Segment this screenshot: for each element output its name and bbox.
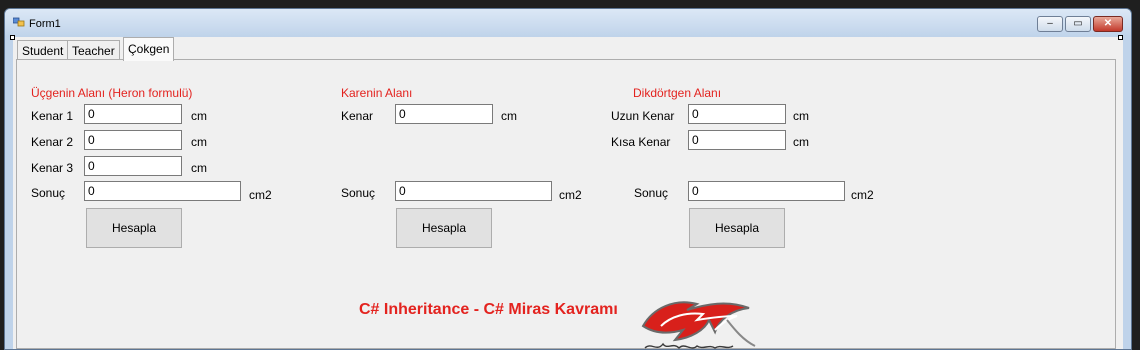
tab-cokgen[interactable]: Çokgen — [123, 37, 175, 61]
close-icon: ✕ — [1103, 18, 1113, 29]
triangle-side2-unit: cm — [191, 135, 207, 149]
rectangle-short-unit: cm — [793, 135, 809, 149]
inheritance-caption: C# Inheritance - C# Miras Kavramı — [359, 301, 618, 318]
rectangle-result-label: Sonuç — [634, 186, 669, 200]
square-side-input[interactable] — [395, 104, 493, 124]
square-side-unit: cm — [501, 109, 517, 123]
triangle-result-label: Sonuç — [31, 186, 66, 200]
app-window: Form1 ‒ ▭ ✕ Student Teacher Çokgen Üçgen… — [4, 8, 1132, 350]
tab-teacher-label: Teacher — [72, 44, 115, 58]
square-section-title: Karenin Alanı — [341, 86, 413, 100]
rectangle-result-unit: cm2 — [851, 188, 874, 202]
rectangle-result-input[interactable] — [688, 181, 845, 201]
author-logo-icon — [641, 301, 756, 349]
triangle-side3-label: Kenar 3 — [31, 161, 74, 175]
rectangle-long-unit: cm — [793, 109, 809, 123]
triangle-side2-label: Kenar 2 — [31, 135, 74, 149]
minimize-icon: ‒ — [1047, 18, 1053, 29]
triangle-side1-label: Kenar 1 — [31, 109, 74, 123]
triangle-section-title: Üçgenin Alanı (Heron formulü) — [31, 86, 193, 100]
tab-teacher[interactable]: Teacher — [67, 40, 120, 60]
triangle-side2-input[interactable] — [84, 130, 182, 150]
square-result-unit: cm2 — [559, 188, 582, 202]
tab-cokgen-label: Çokgen — [128, 42, 170, 56]
minimize-button[interactable]: ‒ — [1037, 16, 1063, 32]
tab-student-label: Student — [22, 44, 64, 58]
square-result-input[interactable] — [395, 181, 552, 201]
resize-handle-top-left[interactable] — [10, 35, 15, 40]
triangle-side1-unit: cm — [191, 109, 207, 123]
rectangle-long-input[interactable] — [688, 104, 786, 124]
triangle-side3-unit: cm — [191, 161, 207, 175]
rectangle-short-label: Kısa Kenar — [611, 135, 671, 149]
triangle-result-input[interactable] — [84, 181, 241, 201]
rectangle-section-title: Dikdörtgen Alanı — [633, 86, 722, 100]
form-app-icon — [13, 17, 25, 27]
triangle-side1-input[interactable] — [84, 104, 182, 124]
maximize-icon: ▭ — [1073, 18, 1083, 29]
triangle-side3-input[interactable] — [84, 156, 182, 176]
rectangle-calculate-button[interactable]: Hesapla — [689, 208, 785, 248]
square-result-label: Sonuç — [341, 186, 376, 200]
square-side-label: Kenar — [341, 109, 374, 123]
triangle-calculate-button[interactable]: Hesapla — [86, 208, 182, 248]
title-bar[interactable]: Form1 ‒ ▭ ✕ — [5, 9, 1131, 37]
rectangle-long-label: Uzun Kenar — [611, 109, 675, 123]
rectangle-short-input[interactable] — [688, 130, 786, 150]
tab-student[interactable]: Student — [17, 40, 69, 60]
maximize-button[interactable]: ▭ — [1065, 16, 1091, 32]
tab-panel-cokgen: Üçgenin Alanı (Heron formulü) Kenar 1 cm… — [16, 59, 1116, 349]
close-button[interactable]: ✕ — [1093, 16, 1123, 32]
triangle-result-unit: cm2 — [249, 188, 272, 202]
resize-handle-top-right[interactable] — [1118, 35, 1123, 40]
window-title: Form1 — [29, 18, 61, 30]
form-client-area: Student Teacher Çokgen Üçgenin Alanı (He… — [10, 35, 1123, 349]
square-calculate-button[interactable]: Hesapla — [396, 208, 492, 248]
